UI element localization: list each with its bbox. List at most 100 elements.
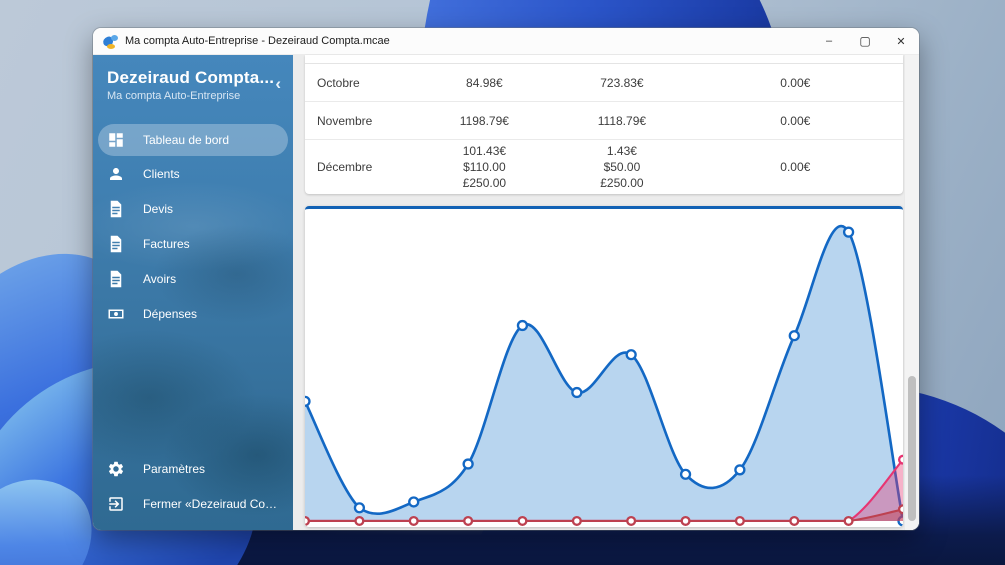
amount-cell: 101.43€ $110.00 £250.00 [413,140,557,194]
minimize-button[interactable]: – [811,28,847,54]
amount-value: 101.43€ [462,144,507,158]
amount-value: 0.00€ [780,113,811,128]
document-icon [107,200,125,218]
sidebar-item-avoirs[interactable]: Avoirs [93,262,293,296]
banknote-icon [107,305,125,323]
document-icon [107,235,125,253]
sidebar-item-label: Clients [143,167,180,181]
blue-area-series-area [305,226,903,521]
red-line-series-marker [571,515,582,526]
amount-value: 1118.79€ [597,113,647,128]
sidebar-item-d-penses[interactable]: Dépenses [93,297,293,331]
amount-cell: 0.00€ [688,156,903,178]
month-label: Octobre [317,75,360,90]
close-button[interactable]: ✕ [883,28,919,54]
vertical-scrollbar-thumb[interactable] [908,376,916,521]
app-icon [101,34,118,49]
blue-area-series-marker [679,468,692,480]
table-row: Octobre 84.98€ 723.83€ 0.00€ [305,64,903,102]
blue-area-series-marker [516,319,529,332]
maximize-button[interactable]: ▢ [847,28,883,54]
month-cell: Novembre [305,110,413,132]
blue-area-series-marker [408,496,420,508]
amount-cell: 0.00€ [688,110,903,132]
red-line-series-marker [789,515,800,526]
amount-cell: 723.83€ [556,72,688,94]
monthly-summary-table: Octobre 84.98€ 723.83€ 0.00€ Novembre 1198.79… [305,55,903,194]
blue-area-series-marker [571,386,583,399]
area-chart [305,224,903,527]
red-line-series-marker [626,515,637,526]
sidebar-item-devis[interactable]: Devis [93,192,293,226]
app-subtitle: Ma compta Auto-Entreprise [107,90,241,102]
amount-value: 0.00€ [780,75,811,90]
gear-icon [107,460,125,478]
amount-cell: 1198.79€ [413,110,557,132]
amount-cell: 1118.79€ [556,110,688,132]
red-line-series-marker [734,515,745,526]
month-cell: Décembre [305,156,413,178]
sidebar-item-param-tres[interactable]: Paramètres [93,452,293,486]
sidebar: Dezeiraud Compta... Ma compta Auto-Entre… [93,55,293,530]
amount-cell: 0.00€ [688,72,903,94]
amount-value: 84.98€ [466,75,503,90]
sidebar-item-label: Dépenses [143,307,198,321]
blue-area-series-marker [625,349,637,361]
sidebar-item-factures[interactable]: Factures [93,227,293,261]
month-cell: Octobre [305,72,413,94]
amount-value: $50.00 [603,160,641,174]
sidebar-footer-nav: Paramètres Fermer «Dezeiraud Compt... [93,452,293,530]
window-controls: – ▢ ✕ [811,28,919,54]
month-label: Novembre [317,113,373,128]
table-row: Novembre 1198.79€ 1118.79€ 0.00€ [305,102,903,140]
sidebar-item-label: Devis [143,202,174,216]
sidebar-item-label: Fermer «Dezeiraud Compt... [143,497,279,511]
amount-value: 1.43€ [606,144,637,158]
sidebar-item-tableau-de-bord[interactable]: Tableau de bord [98,124,288,156]
blue-area-series-marker [734,464,746,476]
amount-cell: 84.98€ [413,72,557,94]
sidebar-item-label: Avoirs [143,272,177,286]
sidebar-item-fermer-dezeiraud-compt[interactable]: Fermer «Dezeiraud Compt... [93,487,293,521]
app-window: Ma compta Auto-Entreprise - Dezeiraud Co… [93,28,919,530]
table-row-partial [305,55,903,64]
month-label: Décembre [317,160,373,174]
person-icon [107,165,125,183]
dashboard-icon [107,131,125,149]
blue-area-series-marker [305,395,311,407]
table-row: Décembre 101.43€ $110.00 £250.00 1.43€ $50.00… [305,140,903,194]
sidebar-item-clients[interactable]: Clients [93,157,293,191]
amount-value: 0.00€ [780,160,811,174]
amount-value: £250.00 [462,176,507,190]
blue-area-series-marker [788,330,800,342]
vertical-scrollbar-track[interactable] [904,55,919,530]
window-title: Ma compta Auto-Entreprise - Dezeiraud Co… [125,35,390,47]
pink-area-series-marker [897,454,903,465]
amount-value: £250.00 [600,176,644,190]
amount-cell: 1.43€ $50.00 £250.00 [556,140,688,194]
red-line-series-marker [305,515,311,526]
red-line-series-marker [463,515,474,526]
titlebar[interactable]: Ma compta Auto-Entreprise - Dezeiraud Co… [93,28,919,55]
blue-area-series-marker [842,226,855,238]
document-icon [107,270,125,288]
main-content: Octobre 84.98€ 723.83€ 0.00€ Novembre 1198.79… [293,55,919,530]
sidebar-item-label: Paramètres [143,462,206,476]
amount-value: $110.00 [463,160,506,174]
red-line-series-marker [354,515,365,526]
red-line-series-marker [408,515,419,526]
sidebar-header: Dezeiraud Compta... Ma compta Auto-Entre… [93,55,293,110]
sidebar-item-label: Factures [143,237,190,251]
blue-area-series-marker [353,502,366,514]
amount-value: 723.83€ [600,75,644,90]
amount-value: 1198.79€ [459,113,509,128]
red-line-series-marker [843,515,854,526]
sidebar-item-label: Tableau de bord [143,133,230,147]
exit-icon [107,495,125,513]
chevron-left-icon[interactable]: ‹ [275,75,281,92]
company-title: Dezeiraud Compta... [107,68,275,87]
sidebar-nav: Tableau de bord Clients Devis Factures Avoir… [93,124,293,331]
blue-area-series-marker [462,458,474,470]
monthly-chart-card [305,206,903,527]
red-line-series-marker [517,515,528,526]
